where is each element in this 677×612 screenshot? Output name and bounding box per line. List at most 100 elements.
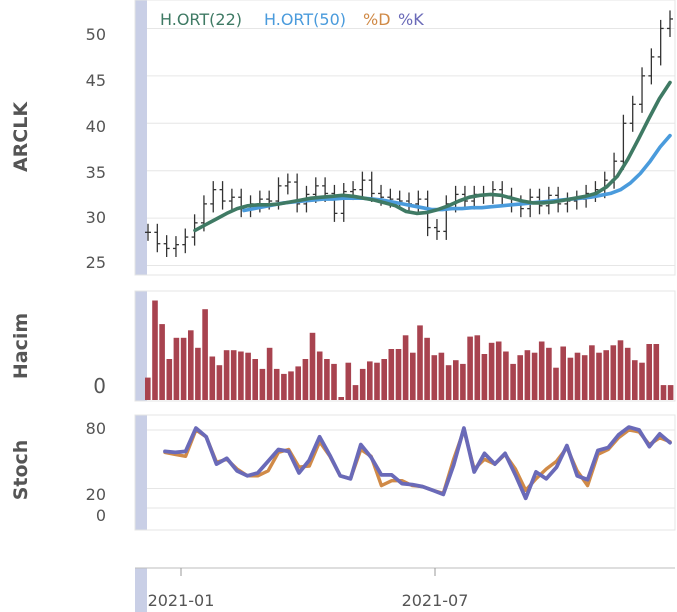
volume-bar (510, 363, 516, 400)
price-panel-title: ARCLK (10, 101, 32, 172)
price-bar (489, 181, 496, 204)
volume-bar (653, 344, 660, 400)
volume-bar (338, 397, 344, 400)
price-bar (294, 173, 301, 213)
volume-bar (159, 324, 165, 400)
volume-bar (374, 362, 380, 400)
volume-tick-0: 0 (93, 374, 106, 398)
volume-bar (166, 359, 173, 400)
stoch-panel-frame (134, 414, 676, 531)
volume-bar (173, 337, 180, 400)
volume-bar (223, 350, 230, 400)
price-bar (359, 171, 366, 199)
legend-ma50: H.ORT(50) (264, 10, 346, 29)
legend-text: H.ORT(22) H.ORT(50) %D %K (160, 10, 424, 29)
stoch-tick-80: 80 (86, 419, 106, 438)
volume-bar (352, 385, 359, 400)
xaxis-axis-strip (135, 568, 147, 612)
volume-bar (546, 347, 552, 400)
volume-bar (538, 341, 545, 400)
volume-bar (345, 362, 352, 400)
price-bar (172, 236, 179, 257)
volume-bar (402, 335, 409, 400)
volume-bar (474, 335, 481, 400)
price-tick-50: 50 (86, 25, 106, 44)
legend-k: %K (398, 10, 424, 29)
price-bar (182, 228, 189, 254)
volume-bar (603, 350, 609, 400)
moving-average-lines (193, 80, 672, 233)
volume-bars (145, 300, 674, 400)
volume-bar (324, 359, 330, 400)
price-bar (406, 192, 412, 213)
price-bar (228, 188, 235, 210)
volume-bar (560, 346, 566, 400)
volume-bar (481, 354, 488, 400)
volume-bar (395, 349, 402, 400)
price-bar (667, 10, 673, 37)
volume-bar (288, 371, 294, 400)
stoch-axis-strip (135, 415, 147, 530)
volume-bar (639, 362, 645, 400)
volume-bar (152, 300, 158, 400)
price-axis-strip (135, 0, 147, 275)
volume-bar (445, 365, 452, 400)
volume-bar (417, 325, 423, 400)
stoch-gridlines (147, 429, 675, 509)
price-tick-45: 45 (86, 71, 106, 90)
volume-bar (581, 355, 588, 400)
stoch-tick-20: 20 (86, 485, 106, 504)
legend-d: %D (363, 10, 391, 29)
volume-bar (431, 355, 438, 400)
price-bar (219, 181, 226, 210)
price-panel-frame (134, 0, 676, 276)
volume-bar (438, 352, 445, 400)
price-bar (284, 173, 291, 195)
volume-bar (195, 347, 201, 400)
volume-bar (453, 360, 459, 400)
volume-bar (632, 360, 638, 400)
volume-bar (660, 385, 667, 400)
volume-bar (624, 347, 631, 400)
price-bar (340, 183, 347, 222)
volume-bar (302, 359, 309, 400)
price-ohlc-bars (145, 10, 673, 257)
volume-bar (617, 340, 624, 400)
volume-bar (252, 359, 258, 400)
price-bar (433, 219, 440, 240)
price-bar (648, 48, 655, 85)
volume-bar (331, 363, 337, 400)
price-bar (657, 19, 664, 66)
volume-bar (667, 385, 674, 400)
volume-bar (467, 336, 473, 400)
volume-bar (309, 332, 316, 400)
volume-bar (188, 330, 194, 400)
price-tick-35: 35 (86, 163, 106, 182)
price-bar (629, 95, 636, 132)
volume-panel-title: Hacim (10, 313, 32, 379)
volume-bar (610, 345, 617, 400)
volume-bar (589, 345, 595, 400)
price-bar (564, 192, 571, 213)
volume-bar (367, 361, 373, 400)
x-tick-2021-07: 2021-07 (402, 591, 469, 610)
volume-bar (295, 366, 301, 400)
volume-bar (553, 367, 559, 400)
volume-bar (259, 368, 266, 400)
price-tick-25: 25 (86, 253, 106, 272)
volume-bar (388, 349, 395, 400)
price-bar (499, 181, 506, 205)
volume-bar (145, 377, 151, 400)
chart-svg: 25 30 35 40 45 50 0 0 20 80 ARCLK Hacim … (10, 0, 676, 612)
volume-bar (238, 351, 244, 400)
volume-bar (359, 368, 366, 400)
stochastic-lines (163, 425, 672, 501)
volume-bar (281, 373, 287, 400)
volume-bar (202, 309, 208, 400)
volume-bar (495, 341, 502, 400)
volume-bar (524, 350, 531, 400)
price-tick-40: 40 (86, 117, 106, 136)
volume-bar (567, 357, 574, 400)
volume-bar (424, 337, 430, 400)
price-bar (238, 188, 245, 218)
